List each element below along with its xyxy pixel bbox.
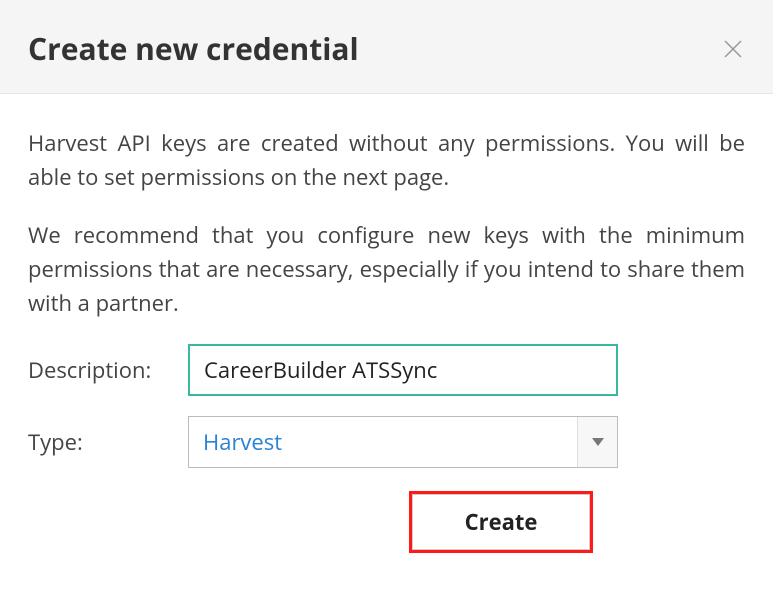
dialog-title: Create new credential: [28, 28, 359, 69]
close-icon[interactable]: [721, 37, 745, 61]
dialog-header: Create new credential: [0, 0, 773, 94]
description-label: Description:: [28, 355, 188, 385]
description-input[interactable]: [188, 344, 618, 396]
chevron-down-icon: [577, 417, 617, 467]
type-row: Type: Harvest: [28, 416, 745, 468]
info-paragraph-1: Harvest API keys are created without any…: [28, 126, 745, 194]
button-row: Create: [28, 494, 745, 550]
dialog-body: Harvest API keys are created without any…: [0, 94, 773, 578]
info-paragraph-2: We recommend that you configure new keys…: [28, 218, 745, 320]
description-row: Description:: [28, 344, 745, 396]
type-label: Type:: [28, 427, 188, 457]
type-select-value: Harvest: [203, 427, 282, 457]
create-button[interactable]: Create: [412, 494, 590, 550]
type-select[interactable]: Harvest: [188, 416, 618, 468]
